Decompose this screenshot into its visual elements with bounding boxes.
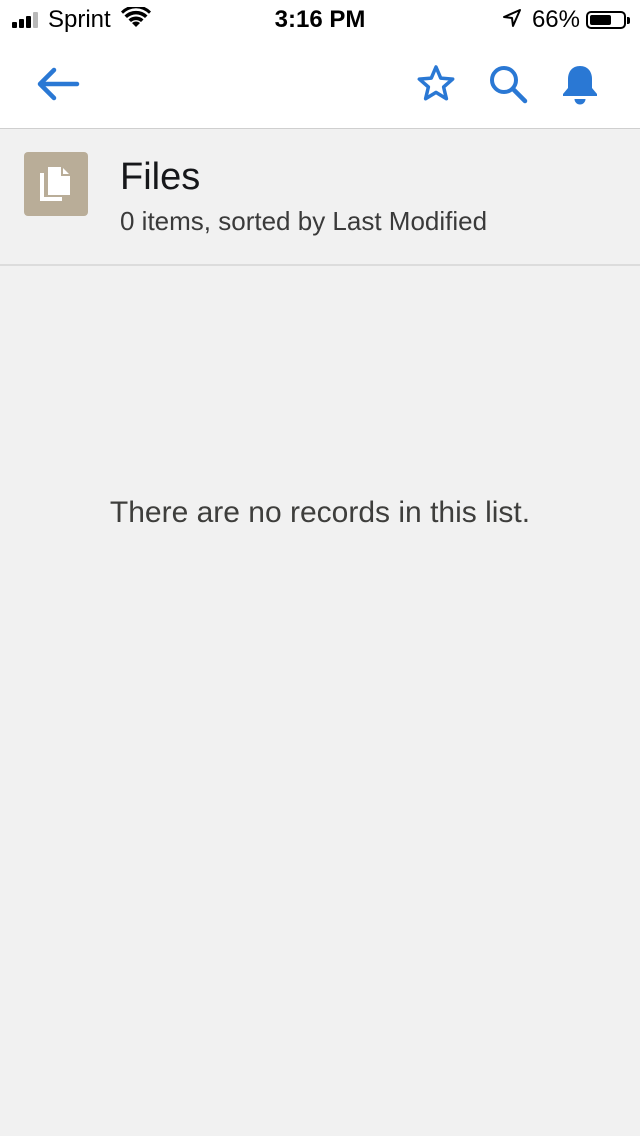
bell-icon [563, 66, 597, 105]
battery-cap [627, 16, 630, 24]
location-arrow-icon [502, 8, 522, 33]
status-bar-right: 66% [502, 6, 630, 34]
battery-icon [586, 11, 626, 29]
notifications-button[interactable] [556, 60, 604, 108]
navigation-bar [0, 40, 640, 129]
list-title: Files [120, 156, 201, 198]
list-header: Files 0 items, sorted by Last Modified [0, 129, 640, 266]
battery-percent: 66% [531, 6, 580, 33]
back-arrow-icon [37, 67, 80, 101]
list-subtitle: 0 items, sorted by Last Modified [120, 206, 488, 236]
favorite-button[interactable] [412, 60, 460, 108]
battery-level-fill [590, 15, 611, 25]
empty-state-message: There are no records in this list. [109, 496, 531, 529]
search-button[interactable] [484, 60, 532, 108]
search-icon [490, 66, 528, 104]
back-button[interactable] [30, 60, 86, 108]
status-bar: Sprint 3:16 PM 66% [0, 0, 640, 40]
files-icon [24, 152, 88, 216]
star-icon [417, 65, 455, 101]
